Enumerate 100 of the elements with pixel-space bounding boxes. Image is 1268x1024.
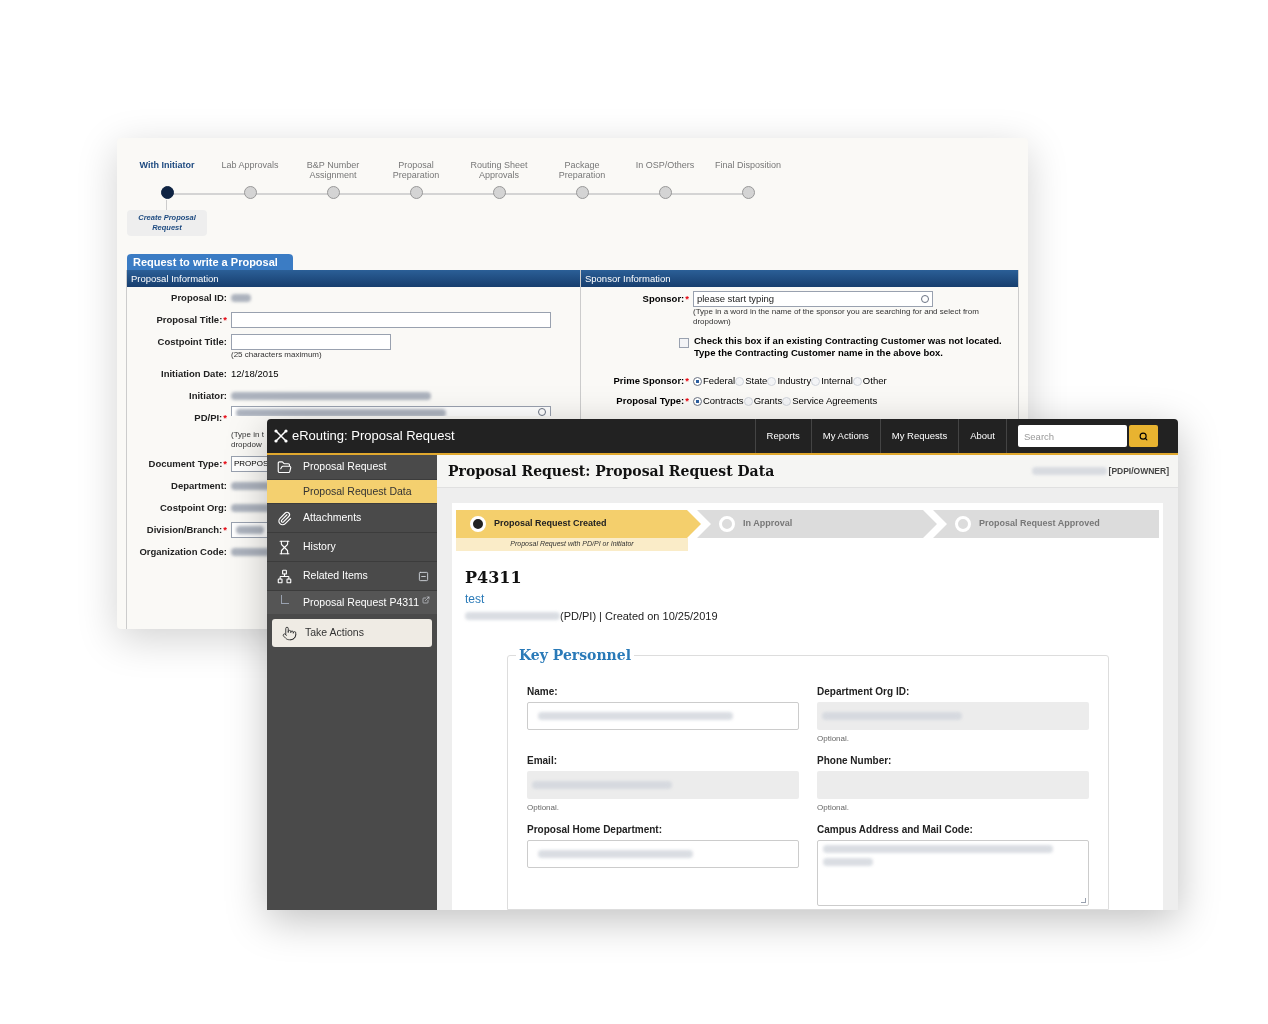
sidebar-item[interactable]: Proposal Request Data (267, 480, 437, 504)
record-id: P4311 (465, 568, 523, 588)
nav-link[interactable]: My Actions (810, 419, 880, 453)
section-header: Sponsor Information (580, 270, 1018, 287)
field-label: Prime Sponsor: (613, 375, 685, 386)
field-label: Phone Number: (817, 753, 893, 768)
nodes-icon (274, 429, 288, 443)
folder-icon (277, 459, 292, 475)
field-label: Proposal Type: (616, 395, 685, 407)
stage-label: Final Disposition (714, 160, 782, 172)
field-label: PD/PI: (194, 412, 223, 423)
radio-label: Service Agreements (792, 394, 878, 409)
stage-label: In OSP/Others (634, 160, 696, 172)
blurred-text (823, 857, 873, 866)
stage-label: Package Preparation (557, 160, 607, 182)
hierarchy-icon (277, 568, 292, 584)
blurred-text (236, 526, 264, 534)
stage-label: Proposal Preparation (391, 160, 441, 182)
radio-label: State (745, 374, 768, 388)
section-header: Proposal Information (127, 270, 580, 287)
field-label: Campus Address and Mail Code: (817, 822, 974, 837)
required-mark: * (223, 458, 227, 469)
nav-link[interactable]: About (958, 419, 1006, 453)
progress-step: Proposal Request Approved (933, 510, 1159, 538)
radio-label: Grants (753, 394, 783, 409)
stage-label: With Initiator (138, 160, 196, 172)
blurred-text (231, 294, 251, 302)
required-mark: * (223, 524, 227, 535)
help-text: Optional. (817, 732, 851, 745)
required-mark: * (223, 314, 227, 325)
external-link-icon (421, 595, 430, 604)
field-label: Division/Branch: (146, 524, 223, 535)
step-indicator-icon (955, 516, 971, 532)
stage-label: B&P Number Assignment (305, 160, 361, 182)
stage-label: Routing Sheet Approvals (469, 160, 529, 182)
text-input[interactable]: PROPOS (231, 456, 267, 472)
field-label: Name: (527, 684, 559, 699)
help-text: Optional. (817, 801, 851, 814)
step-indicator-icon (470, 516, 486, 532)
hint-text: dropdow (231, 440, 262, 450)
record-meta: (PD/PI) | Created on 10/25/2019 (560, 609, 718, 624)
field-label: Costpoint Org: (160, 502, 227, 513)
field-label: Document Type: (148, 458, 223, 469)
search-field[interactable]: Search (1018, 425, 1127, 447)
hint-text: (25 characters maximum) (231, 350, 322, 360)
search-button[interactable] (1129, 425, 1158, 447)
field-label: Initiation Date: (161, 368, 227, 379)
checkbox-label: Check this box if an existing Contracting Customer was not located. (693, 335, 1002, 347)
step-indicator-icon (719, 516, 735, 532)
checkbox[interactable] (678, 338, 689, 348)
field-label: Organization Code: (139, 546, 227, 557)
sidebar-item[interactable]: Proposal Request P4311 (267, 591, 437, 614)
checkbox-label: Type the Contracting Customer name in the above box. (693, 347, 944, 359)
field-label: Email: (527, 753, 558, 768)
app-title: eRouting: Proposal Request (292, 427, 455, 446)
required-mark: * (685, 293, 689, 304)
radio-label: Internal (821, 374, 853, 388)
nav-link[interactable]: Reports (754, 419, 811, 453)
radio-label: Contracts (702, 394, 744, 409)
page-title: Proposal Request: Proposal Request Data (448, 461, 775, 481)
take-actions-button[interactable]: Take Actions (272, 619, 432, 647)
field-label: Department Org ID: (817, 684, 911, 699)
field-label: Department: (171, 480, 227, 491)
record-title-link[interactable]: test (465, 590, 1159, 608)
text-input[interactable] (231, 312, 551, 328)
text-input[interactable] (527, 839, 799, 868)
lookup-input[interactable] (231, 406, 551, 416)
field-label: Proposal Home Department: (527, 822, 664, 837)
field-label: Costpoint Title: (157, 336, 227, 347)
radio-label: Other (862, 374, 887, 388)
field-label: Sponsor: (642, 293, 685, 304)
required-mark: * (685, 395, 689, 407)
resize-handle-icon (1081, 897, 1086, 903)
required-mark: * (685, 375, 689, 386)
user-role: [PDPI/OWNER] (1108, 464, 1169, 478)
hint-text: (Type in t (231, 430, 264, 440)
field-label: Proposal ID: (171, 292, 227, 303)
radio-button[interactable] (692, 396, 702, 406)
radio-label: Federal (702, 374, 736, 388)
stage-label: Lab Approvals (220, 160, 280, 172)
nav-link[interactable]: My Requests (879, 419, 959, 453)
text-area[interactable] (817, 839, 1089, 906)
radio-label: Industry (777, 374, 812, 388)
radio-button[interactable] (692, 376, 702, 386)
progress-step: Proposal Request Created (456, 510, 701, 538)
sponsor-input[interactable]: please start typing (692, 291, 933, 307)
field-label: Initiator: (189, 390, 227, 401)
required-mark: * (223, 412, 227, 423)
text-input[interactable] (527, 701, 799, 730)
field-value: 12/18/2015 (231, 367, 279, 381)
tree-branch-icon (281, 595, 289, 604)
progress-step: In Approval (697, 510, 937, 538)
text-input[interactable] (231, 522, 267, 538)
pointing-hand-icon (282, 625, 297, 641)
search-icon (1139, 431, 1148, 441)
paperclip-icon (277, 510, 292, 526)
collapse-icon[interactable] (418, 570, 429, 582)
text-input[interactable] (231, 334, 391, 350)
field-label: Proposal Title: (156, 314, 223, 325)
help-text: Optional. (527, 801, 561, 814)
